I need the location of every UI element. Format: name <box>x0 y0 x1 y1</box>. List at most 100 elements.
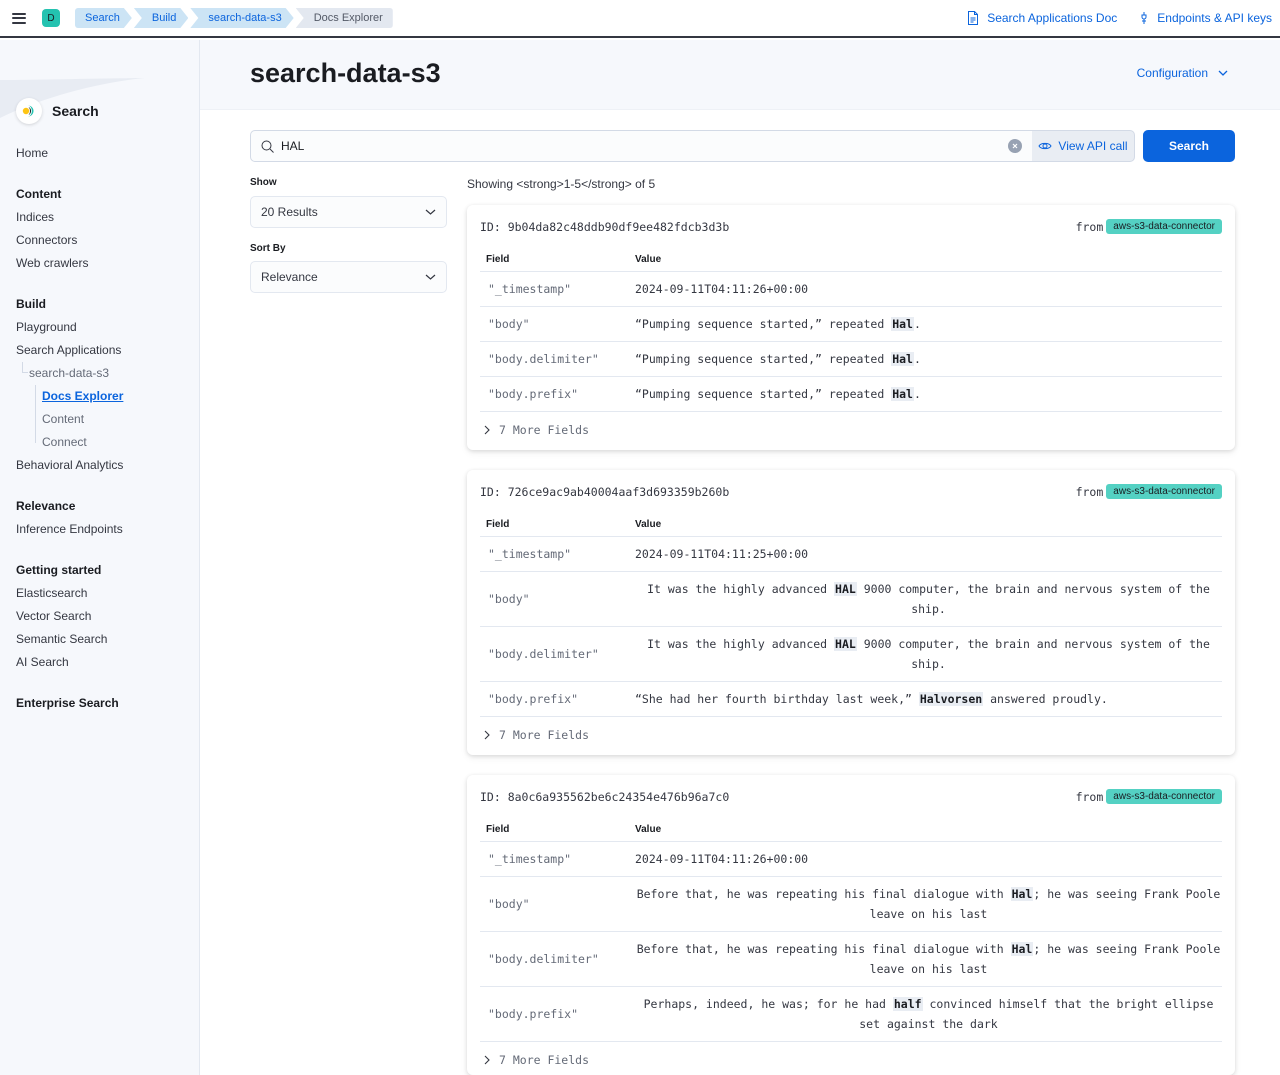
field-name: "_timestamp" <box>488 282 572 296</box>
sidebar-section-getting-started: Getting started <box>16 563 102 577</box>
configuration-button[interactable]: Configuration <box>1137 66 1228 80</box>
sidebar-item-connect[interactable]: Connect <box>16 431 196 454</box>
sidebar-item-web-crawlers[interactable]: Web crawlers <box>16 252 196 275</box>
more-fields-toggle[interactable]: 7 More Fields <box>480 1045 1222 1075</box>
search-button[interactable]: Search <box>1143 130 1235 162</box>
field-value: “Pumping sequence started,” repeated Hal… <box>635 387 921 401</box>
sidebar-item-search-applications[interactable]: Search Applications <box>16 339 196 362</box>
field-column-header: Field <box>486 823 510 835</box>
table-row: "body.delimiter" It was the highly advanc… <box>480 627 1222 682</box>
field-name: "body" <box>488 592 530 606</box>
value-column-header: Value <box>635 253 662 265</box>
from-label: from <box>1075 219 1104 234</box>
field-name: "body" <box>488 897 530 911</box>
result-card: ID: 8a0c6a935562be6c24354e476b96a7c0 fro… <box>467 775 1235 1075</box>
field-value: It was the highly advanced HAL 9000 comp… <box>647 637 1210 671</box>
sidebar-item-app-content[interactable]: Content <box>16 408 196 431</box>
sort-by-label: Sort By <box>250 243 286 254</box>
field-value: 2024-09-11T04:11:25+00:00 <box>635 547 809 561</box>
breadcrumb-docs-explorer: Docs Explorer <box>295 8 393 28</box>
view-api-call-button[interactable]: View API call <box>1032 130 1135 162</box>
sidebar-item-search-data-s3[interactable]: search-data-s3 <box>16 362 196 385</box>
field-name: "body.prefix" <box>488 1007 579 1021</box>
show-label: Show <box>250 177 277 188</box>
search-bar <box>250 130 1032 162</box>
space-avatar[interactable]: D <box>42 9 60 27</box>
breadcrumb-build[interactable]: Build <box>134 8 188 28</box>
fields-table: Field Value "_timestamp" 2024-09-11T04:11… <box>480 512 1222 750</box>
sidebar: Search Home Content Indices Connectors W… <box>0 40 200 1075</box>
field-value: “Pumping sequence started,” repeated Hal… <box>635 352 921 366</box>
field-value: “Pumping sequence started,” repeated Hal… <box>635 317 921 331</box>
breadcrumb-search[interactable]: Search <box>75 8 132 28</box>
field-name: "body.delimiter" <box>488 952 599 966</box>
sidebar-item-semantic-search[interactable]: Semantic Search <box>16 628 196 651</box>
breadcrumb-search-data-s3[interactable]: search-data-s3 <box>190 8 293 28</box>
highlight: Hal <box>1010 887 1034 901</box>
more-fields-label: 7 More Fields <box>499 728 590 742</box>
chevron-right-icon <box>484 730 490 740</box>
sidebar-item-playground[interactable]: Playground <box>16 316 196 339</box>
sidebar-item-connectors[interactable]: Connectors <box>16 229 196 252</box>
highlight: HAL <box>834 637 857 651</box>
search-icon <box>261 140 274 153</box>
document-id: ID: 8a0c6a935562be6c24354e476b96a7c0 <box>480 789 730 804</box>
chevron-right-icon <box>484 425 490 435</box>
field-name: "body.prefix" <box>488 387 579 401</box>
more-fields-toggle[interactable]: 7 More Fields <box>480 415 1222 445</box>
sidebar-item-docs-explorer[interactable]: Docs Explorer <box>16 385 196 408</box>
page-header: search-data-s3 Configuration <box>200 40 1280 110</box>
endpoint-icon <box>1141 12 1147 24</box>
results-count: Showing <strong>1-5</strong> of 5 <box>467 177 656 191</box>
field-value: Before that, he was repeating his final … <box>636 887 1221 921</box>
table-header: Field Value <box>480 817 1222 842</box>
chevron-down-icon <box>425 209 436 215</box>
sidebar-section-enterprise-search[interactable]: Enterprise Search <box>16 692 196 715</box>
sidebar-item-inference-endpoints[interactable]: Inference Endpoints <box>16 518 196 541</box>
page-title: search-data-s3 <box>250 58 441 88</box>
highlight: Halvorsen <box>918 692 984 706</box>
table-row: "body" It was the highly advanced HAL 900… <box>480 572 1222 627</box>
table-header: Field Value <box>480 247 1222 272</box>
field-value: 2024-09-11T04:11:26+00:00 <box>635 852 809 866</box>
sidebar-item-behavioral-analytics[interactable]: Behavioral Analytics <box>16 454 196 477</box>
sidebar-nav: Home Content Indices Connectors Web craw… <box>16 142 196 715</box>
endpoints-api-keys-label: Endpoints & API keys <box>1157 11 1272 25</box>
sidebar-item-indices[interactable]: Indices <box>16 206 196 229</box>
table-row: "body.delimiter" “Pumping sequence starte… <box>480 342 1222 377</box>
table-row: "_timestamp" 2024-09-11T04:11:26+00:00 <box>480 842 1222 877</box>
table-row: "_timestamp" 2024-09-11T04:11:25+00:00 <box>480 537 1222 572</box>
chevron-down-icon <box>1218 70 1228 76</box>
from-label: from <box>1075 789 1104 804</box>
table-row: "body.delimiter" Before that, he was repe… <box>480 932 1222 987</box>
more-fields-toggle[interactable]: 7 More Fields <box>480 720 1222 750</box>
sidebar-item-vector-search[interactable]: Vector Search <box>16 605 196 628</box>
sort-by-select[interactable]: Relevance <box>250 261 447 293</box>
sidebar-section-relevance: Relevance <box>16 499 76 513</box>
search-logo-icon <box>16 98 42 124</box>
table-row: "body" “Pumping sequence started,” repeat… <box>480 307 1222 342</box>
highlight: Hal <box>891 352 914 366</box>
value-column-header: Value <box>635 518 662 530</box>
field-name: "body" <box>488 317 530 331</box>
field-name: "_timestamp" <box>488 852 572 866</box>
field-name: "_timestamp" <box>488 547 572 561</box>
result-card: ID: 726ce9ac9ab40004aaf3d693359b260b fro… <box>467 470 1235 755</box>
endpoints-api-keys-link[interactable]: Endpoints & API keys <box>1139 11 1272 25</box>
top-bar: D Search Build search-data-s3 Docs Explo… <box>0 0 1280 38</box>
clear-search-button[interactable] <box>1008 139 1022 153</box>
sidebar-item-elasticsearch[interactable]: Elasticsearch <box>16 582 196 605</box>
sidebar-section-content: Content <box>16 187 62 201</box>
search-input[interactable] <box>281 139 1008 153</box>
search-applications-doc-link[interactable]: Search Applications Doc <box>967 11 1117 25</box>
menu-icon[interactable] <box>12 12 26 24</box>
sidebar-item-ai-search[interactable]: AI Search <box>16 651 196 674</box>
show-select[interactable]: 20 Results <box>250 196 447 228</box>
sidebar-item-home[interactable]: Home <box>16 142 196 165</box>
result-card: ID: 9b04da82c48ddb90df9ee482fdcb3d3b fro… <box>467 205 1235 450</box>
fields-table: Field Value "_timestamp" 2024-09-11T04:11… <box>480 817 1222 1075</box>
source-badge: aws-s3-data-connector <box>1106 789 1222 804</box>
highlight: Hal <box>1010 942 1034 956</box>
table-row: "body" Before that, he was repeating his … <box>480 877 1222 932</box>
field-value: “She had her fourth birthday last week,”… <box>635 692 1108 706</box>
